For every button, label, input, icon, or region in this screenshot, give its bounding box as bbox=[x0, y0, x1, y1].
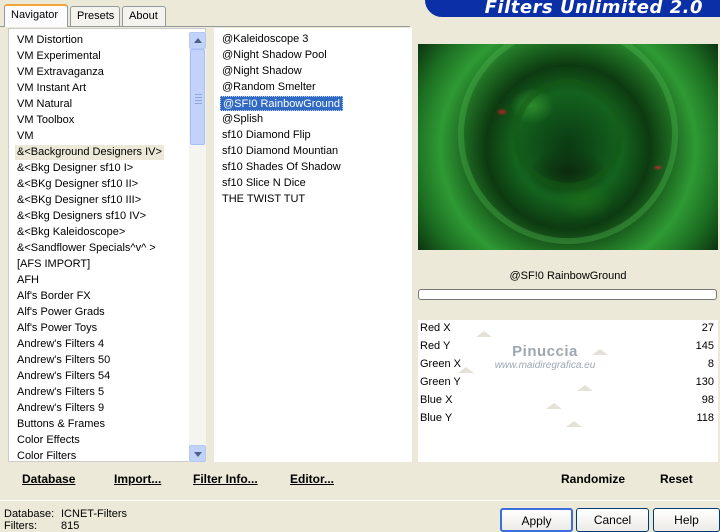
filter-info-link[interactable]: Filter Info... bbox=[193, 472, 258, 486]
import-link[interactable]: Import... bbox=[114, 472, 161, 486]
preview-swirl bbox=[418, 44, 718, 250]
category-list-item[interactable]: Color Filters bbox=[15, 449, 78, 461]
category-list-item[interactable]: VM Distortion bbox=[15, 33, 85, 48]
slider-label: Blue X bbox=[420, 394, 453, 406]
category-list-item[interactable]: &<Bkg Designer sf10 I> bbox=[15, 161, 135, 176]
category-list-item[interactable]: Andrew's Filters 50 bbox=[15, 353, 112, 368]
category-list-item[interactable]: VM Experimental bbox=[15, 49, 103, 64]
category-list-item[interactable]: &<Sandflower Specials^v^ > bbox=[15, 241, 158, 256]
category-list-item[interactable]: VM Extravaganza bbox=[15, 65, 106, 80]
category-list-item[interactable]: Buttons & Frames bbox=[15, 417, 107, 432]
category-list-item[interactable]: VM Instant Art bbox=[15, 81, 88, 96]
category-list-item[interactable]: &<BKg Designer sf10 II> bbox=[15, 177, 140, 192]
database-link[interactable]: Database bbox=[22, 472, 75, 486]
slider-value: 27 bbox=[701, 322, 714, 334]
category-list-item[interactable]: &<Bkg Kaleidoscope> bbox=[15, 225, 127, 240]
filter-list[interactable]: @Kaleidoscope 3 @Night Shadow Pool @Night … bbox=[214, 28, 412, 462]
grip-line bbox=[195, 97, 202, 98]
filter-list-item[interactable]: sf10 Diamond Flip bbox=[220, 128, 313, 143]
category-list-item[interactable]: &<Bkg Designers sf10 IV> bbox=[15, 209, 148, 224]
slider-blue-x[interactable]: Blue X 98 bbox=[418, 392, 718, 409]
progress-bar bbox=[418, 289, 717, 300]
category-list-item[interactable]: Alf's Border FX bbox=[15, 289, 93, 304]
category-list-item[interactable]: &<BKg Designer sf10 III> bbox=[15, 193, 143, 208]
slider-label: Green Y bbox=[420, 376, 461, 388]
category-list-item[interactable]: Alf's Power Toys bbox=[15, 321, 99, 336]
filter-list-item[interactable]: @Night Shadow bbox=[220, 64, 304, 79]
filter-list-item[interactable]: @Splish bbox=[220, 112, 265, 127]
tab-navigator[interactable]: Navigator bbox=[4, 4, 68, 27]
grip-line bbox=[195, 103, 202, 104]
category-list-item[interactable]: VM Toolbox bbox=[15, 113, 76, 128]
database-status: Database: ICNET-Filters bbox=[4, 508, 127, 520]
selected-filter-name: @SF!0 RainbowGround bbox=[509, 270, 627, 282]
filter-list-item[interactable]: sf10 Shades Of Shadow bbox=[220, 160, 343, 175]
separator bbox=[0, 500, 720, 501]
slider-value: 130 bbox=[695, 376, 714, 388]
slider-thumb[interactable] bbox=[565, 421, 582, 427]
category-list-item[interactable]: Alf's Power Grads bbox=[15, 305, 107, 320]
filter-list-item[interactable]: THE TWIST TUT bbox=[220, 192, 307, 207]
slider-value: 118 bbox=[696, 412, 714, 424]
watermark-name: Pinuccia bbox=[512, 343, 578, 360]
slider-label: Blue Y bbox=[420, 412, 453, 424]
category-list-item[interactable]: AFH bbox=[15, 273, 41, 288]
swirl-ring bbox=[513, 79, 623, 189]
category-list[interactable]: VM Distortion VM Experimental VM Extravaga… bbox=[8, 28, 206, 462]
category-list-item[interactable]: VM Natural bbox=[15, 97, 74, 112]
slider-green-y[interactable]: Green Y 130 bbox=[418, 374, 718, 391]
watermark: Pinuccia www.maidiregrafica.eu bbox=[470, 343, 620, 371]
randomize-button[interactable]: Randomize bbox=[561, 472, 625, 486]
slider-thumb[interactable] bbox=[577, 385, 594, 391]
category-list-item[interactable]: VM bbox=[15, 129, 36, 144]
editor-link[interactable]: Editor... bbox=[290, 472, 334, 486]
scroll-down-button[interactable] bbox=[189, 445, 206, 462]
slider-thumb[interactable] bbox=[476, 331, 493, 337]
filters-count: 815 bbox=[61, 520, 80, 532]
slider-red-x[interactable]: Red X 27 bbox=[418, 320, 718, 337]
app-banner: Filters Unlimited 2.0 bbox=[425, 0, 720, 17]
watermark-url: www.maidiregrafica.eu bbox=[494, 360, 596, 371]
cancel-button[interactable]: Cancel bbox=[576, 508, 649, 532]
tab-about[interactable]: About bbox=[122, 6, 166, 26]
filter-list-item[interactable]: @Night Shadow Pool bbox=[220, 48, 329, 63]
filter-list-item[interactable]: sf10 Diamond Mountian bbox=[220, 144, 340, 159]
chevron-down-icon bbox=[194, 452, 202, 457]
database-label: Database: bbox=[4, 508, 55, 520]
slider-value: 8 bbox=[707, 358, 714, 370]
category-list-item[interactable]: Andrew's Filters 9 bbox=[15, 401, 106, 416]
filters-status: Filters: 815 bbox=[4, 520, 79, 532]
grip-line bbox=[195, 94, 202, 95]
filter-list-item[interactable]: sf10 Slice N Dice bbox=[220, 176, 308, 191]
slider-label: Red X bbox=[420, 322, 451, 334]
slider-value: 98 bbox=[701, 394, 714, 406]
parameter-panel: Red X 27 Red Y 145 Green X 8 Green Y 130… bbox=[418, 320, 718, 462]
slider-label: Green X bbox=[420, 358, 461, 370]
grip-line bbox=[195, 100, 202, 101]
category-list-item[interactable]: Andrew's Filters 54 bbox=[15, 369, 112, 384]
filters-label: Filters: bbox=[4, 520, 37, 532]
filter-list-item[interactable]: @Random Smelter bbox=[220, 80, 318, 95]
category-list-item[interactable]: Color Effects bbox=[15, 433, 82, 448]
filter-list-item[interactable]: @Kaleidoscope 3 bbox=[220, 32, 310, 47]
tab-presets[interactable]: Presets bbox=[70, 6, 120, 26]
filter-list-item[interactable]: @SF!0 RainbowGround bbox=[220, 96, 343, 111]
slider-label: Red Y bbox=[420, 340, 451, 352]
reset-button[interactable]: Reset bbox=[660, 472, 693, 486]
help-button[interactable]: Help bbox=[653, 508, 720, 532]
apply-button[interactable]: Apply bbox=[500, 508, 573, 532]
database-value: ICNET-Filters bbox=[61, 508, 127, 520]
category-list-item[interactable]: Andrew's Filters 5 bbox=[15, 385, 106, 400]
slider-thumb[interactable] bbox=[546, 403, 563, 409]
chevron-up-icon bbox=[194, 38, 202, 43]
category-list-item[interactable]: &<Background Designers IV> bbox=[15, 145, 164, 160]
category-list-item[interactable]: [AFS IMPORT] bbox=[15, 257, 92, 272]
slider-value: 145 bbox=[695, 340, 714, 352]
scroll-thumb[interactable] bbox=[190, 49, 205, 145]
scroll-up-button[interactable] bbox=[189, 32, 206, 49]
category-list-item[interactable]: Andrew's Filters 4 bbox=[15, 337, 106, 352]
